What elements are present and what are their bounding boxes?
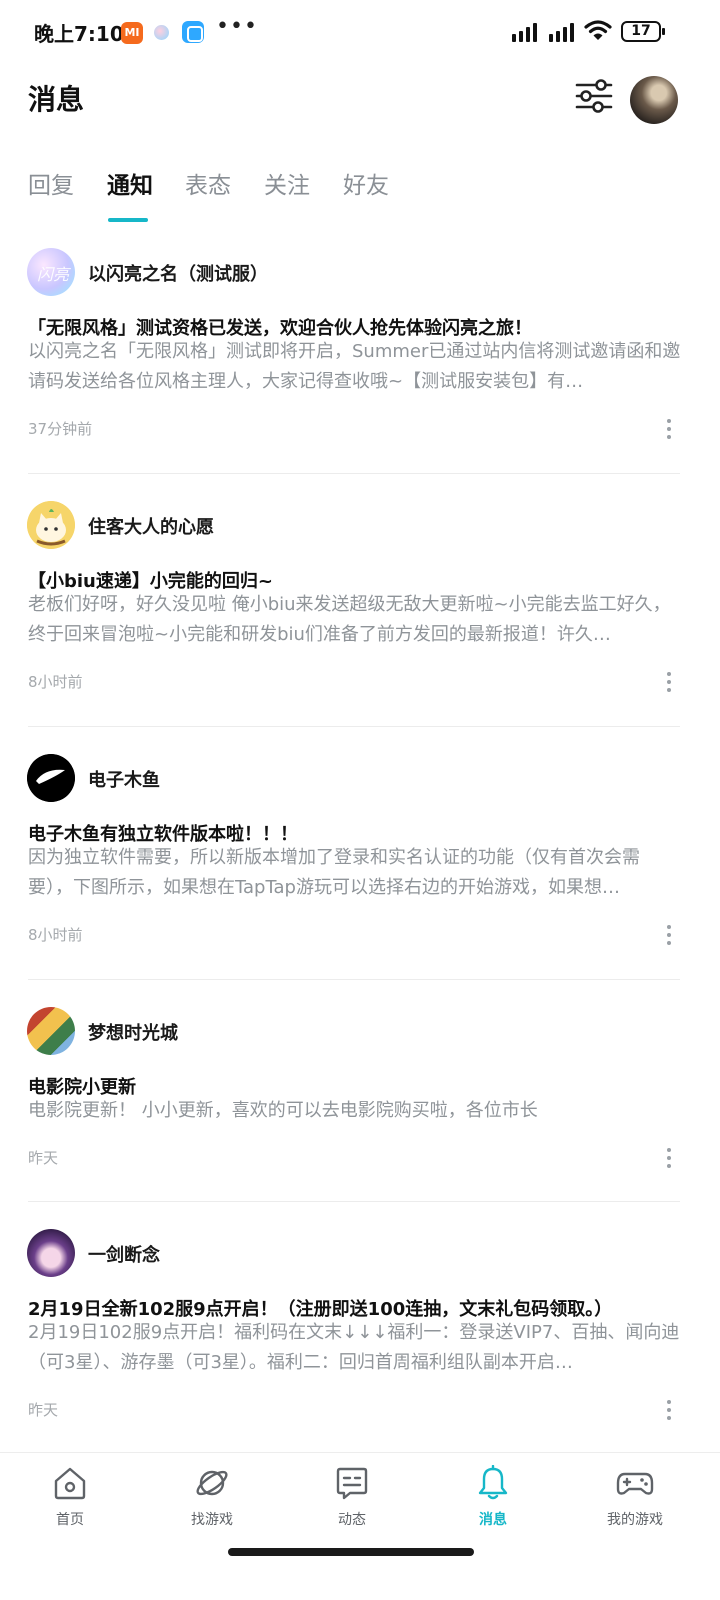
signal-icon bbox=[549, 22, 574, 42]
notification-card[interactable]: 闪亮 以闪亮之名（测试服） 「无限风格」测试资格已发送，欢迎合伙人抢先体验闪亮之… bbox=[0, 246, 720, 476]
tab-reactions[interactable]: 表态 bbox=[185, 166, 231, 200]
cat-mascot-icon bbox=[27, 501, 75, 549]
nav-label: 首页 bbox=[56, 1512, 84, 1528]
divider bbox=[28, 726, 680, 727]
nav-label: 消息 bbox=[479, 1512, 507, 1528]
source-avatar[interactable] bbox=[27, 1007, 75, 1055]
gamepad-icon bbox=[616, 1472, 654, 1495]
app-notification-icon bbox=[182, 21, 204, 43]
source-name[interactable]: 电子木鱼 bbox=[88, 766, 160, 792]
more-options-icon[interactable] bbox=[664, 1400, 674, 1422]
nav-my-games[interactable]: 我的游戏 bbox=[585, 1465, 685, 1529]
notification-card[interactable]: 梦想时光城 电影院小更新 电影院更新！ 小小更新，喜欢的可以去电影院购买啦，各位… bbox=[0, 1005, 720, 1205]
notification-body: 以闪亮之名「无限风格」测试即将开启，Summer已通过站内信将测试邀请函和邀请码… bbox=[28, 341, 681, 392]
nav-feed[interactable]: 动态 bbox=[302, 1465, 402, 1529]
nav-home[interactable]: 首页 bbox=[20, 1465, 120, 1529]
source-name[interactable]: 梦想时光城 bbox=[88, 1019, 178, 1045]
tab-friends[interactable]: 好友 bbox=[343, 166, 389, 200]
status-time: 晚上7:10 bbox=[34, 22, 124, 46]
notification-card[interactable]: 一剑断念 2月19日全新102服9点开启！（注册即送100连抽，文末礼包码领取。… bbox=[0, 1227, 720, 1447]
more-notifications-icon: ••• bbox=[216, 14, 258, 39]
avatar-logo-text: 闪亮 bbox=[37, 265, 70, 284]
page-title: 消息 bbox=[28, 83, 85, 116]
more-options-icon[interactable] bbox=[664, 925, 674, 947]
divider bbox=[28, 979, 680, 980]
battery-icon: 17 bbox=[621, 21, 665, 42]
notification-card[interactable]: 电子木鱼 电子木鱼有独立软件版本啦！！！ 因为独立软件需要，所以新版本增加了登录… bbox=[0, 752, 720, 982]
notification-body: 电影院更新！ 小小更新，喜欢的可以去电影院购买啦，各位市长 bbox=[28, 1100, 538, 1121]
bottom-nav: 首页 找游戏 动态 消息 我的游戏 bbox=[0, 1452, 720, 1600]
notification-body: 老板们好呀，好久没见啦 俺小biu来发送超级无敌大更新啦~小完能去监工好久，终于… bbox=[28, 594, 671, 645]
notification-time: 37分钟前 bbox=[28, 420, 93, 438]
notification-body: 因为独立软件需要，所以新版本增加了登录和实名认证的功能（仅有首次会需要），下图所… bbox=[28, 847, 640, 898]
tab-reply[interactable]: 回复 bbox=[28, 166, 74, 200]
divider bbox=[28, 1201, 680, 1202]
source-name[interactable]: 一剑断念 bbox=[88, 1241, 160, 1267]
filter-settings-icon[interactable] bbox=[574, 76, 614, 116]
notification-time: 8小时前 bbox=[28, 926, 83, 944]
tab-notifications[interactable]: 通知 bbox=[107, 166, 153, 200]
notification-time: 8小时前 bbox=[28, 673, 83, 691]
more-options-icon[interactable] bbox=[664, 1148, 674, 1170]
nav-find-games[interactable]: 找游戏 bbox=[162, 1465, 262, 1529]
mi-app-icon: MI bbox=[121, 22, 143, 44]
wooden-fish-icon bbox=[27, 754, 75, 802]
more-options-icon[interactable] bbox=[664, 419, 674, 441]
notification-dot-icon bbox=[154, 25, 169, 40]
nav-label: 我的游戏 bbox=[607, 1512, 663, 1528]
bell-icon bbox=[478, 1465, 508, 1500]
nav-label: 找游戏 bbox=[191, 1512, 233, 1528]
source-name[interactable]: 以闪亮之名（测试服） bbox=[88, 260, 268, 286]
tab-follows[interactable]: 关注 bbox=[264, 166, 310, 200]
notification-time: 昨天 bbox=[28, 1149, 59, 1167]
signal-icon bbox=[512, 22, 537, 42]
notification-body: 2月19日102服9点开启！福利码在文末↓↓↓福利一：登录送VIP7、百抽、闻向… bbox=[28, 1322, 680, 1373]
planet-icon bbox=[196, 1470, 228, 1496]
source-name[interactable]: 住客大人的心愿 bbox=[88, 513, 214, 539]
notification-card[interactable]: 住客大人的心愿 【小biu速递】小完能的回归~ 老板们好呀，好久没见啦 俺小bi… bbox=[0, 499, 720, 729]
wifi-icon bbox=[584, 20, 612, 40]
home-icon bbox=[54, 1467, 86, 1500]
divider bbox=[28, 473, 680, 474]
source-avatar[interactable]: 闪亮 bbox=[27, 248, 75, 296]
notification-time: 昨天 bbox=[28, 1401, 59, 1419]
home-indicator[interactable] bbox=[228, 1548, 474, 1556]
nav-messages[interactable]: 消息 bbox=[443, 1465, 543, 1529]
user-avatar[interactable] bbox=[630, 76, 678, 124]
source-avatar[interactable] bbox=[27, 501, 75, 549]
more-options-icon[interactable] bbox=[664, 672, 674, 694]
status-bar: 晚上7:10 MI ••• 17 bbox=[0, 0, 720, 64]
nav-label: 动态 bbox=[338, 1512, 366, 1528]
active-tab-indicator bbox=[108, 218, 148, 222]
source-avatar[interactable] bbox=[27, 754, 75, 802]
chat-card-icon bbox=[336, 1467, 368, 1500]
source-avatar[interactable] bbox=[27, 1229, 75, 1277]
